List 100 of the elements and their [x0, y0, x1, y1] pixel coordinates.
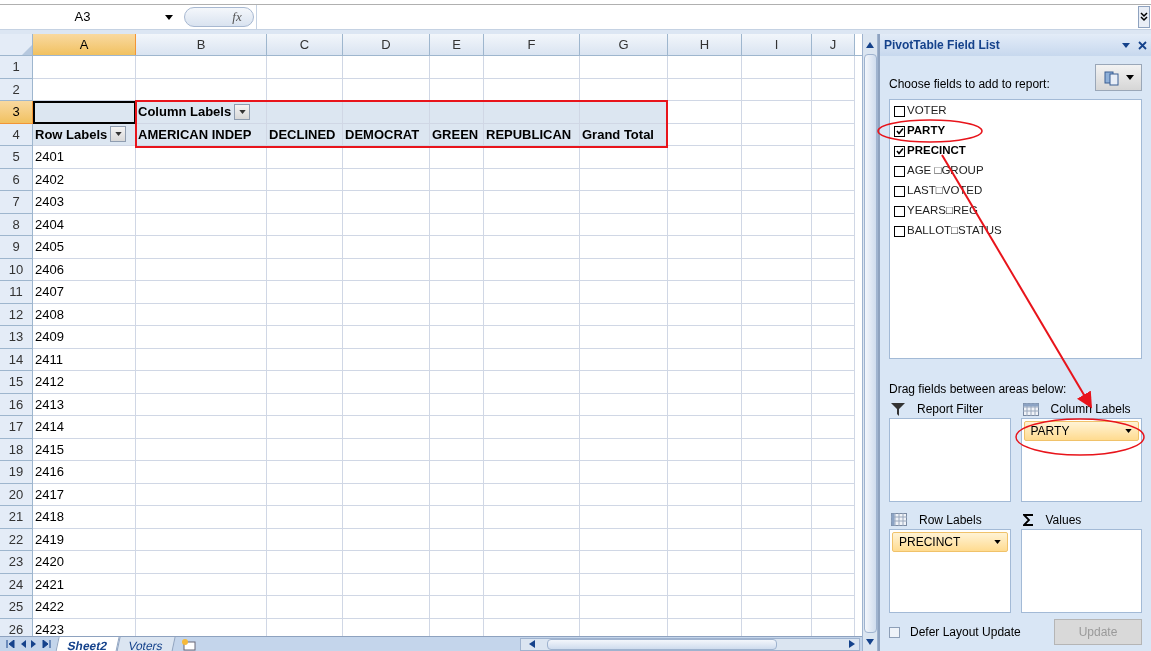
column-header[interactable]: G	[580, 34, 668, 55]
insert-function-button[interactable]: fx	[224, 7, 250, 27]
dropdown-button[interactable]	[234, 103, 251, 120]
row-header[interactable]: 16	[0, 393, 33, 416]
vertical-scrollbar[interactable]	[862, 34, 878, 651]
row-header[interactable]: 18	[0, 438, 33, 461]
empty-cell	[430, 371, 484, 394]
name-box[interactable]: A3	[0, 5, 180, 29]
column-header[interactable]: A	[33, 34, 136, 55]
empty-cell	[812, 528, 855, 551]
checkbox[interactable]	[894, 125, 905, 137]
previous-sheet-icon[interactable]	[20, 640, 26, 648]
checkbox[interactable]	[894, 165, 905, 177]
header-label: Row Labels	[35, 125, 108, 144]
empty-cell	[742, 191, 812, 214]
row-header[interactable]: 10	[0, 258, 33, 281]
row-header[interactable]: 1	[0, 56, 33, 79]
field-button[interactable]: PRECINCT	[892, 531, 1008, 552]
row-header[interactable]: 13	[0, 326, 33, 349]
checkbox[interactable]	[889, 626, 900, 638]
empty-cell	[742, 461, 812, 484]
row-header[interactable]: 7	[0, 191, 33, 214]
caret-icon	[165, 14, 173, 20]
empty-cell	[812, 191, 855, 214]
empty-cell	[742, 483, 812, 506]
horizontal-scrollbar[interactable]	[520, 637, 860, 651]
table-cell: 2416	[33, 461, 136, 484]
insert-sheet-icon[interactable]	[180, 637, 199, 651]
table-cell: 2422	[33, 596, 136, 619]
row-header[interactable]: 5	[0, 146, 33, 169]
sigma-icon	[1022, 513, 1034, 526]
row-header[interactable]: 12	[0, 303, 33, 326]
row-header[interactable]: 6	[0, 168, 33, 191]
empty-cell	[430, 348, 484, 371]
row-header[interactable]: 2	[0, 78, 33, 101]
column-header[interactable]: J	[812, 34, 855, 55]
sheet-tab[interactable]: Voters	[116, 636, 176, 651]
checkbox[interactable]	[894, 185, 905, 197]
first-sheet-icon[interactable]	[6, 640, 15, 648]
drop-area[interactable]: PRECINCT	[889, 528, 1011, 613]
row-header[interactable]: 14	[0, 348, 33, 371]
checkbox[interactable]	[894, 205, 905, 217]
empty-cell	[430, 258, 484, 281]
next-sheet-icon[interactable]	[31, 640, 37, 648]
row-header[interactable]: 15	[0, 371, 33, 394]
sheet-tab[interactable]: Sheet2	[55, 636, 120, 651]
row-header[interactable]: 25	[0, 596, 33, 619]
row-header[interactable]: 20	[0, 483, 33, 506]
column-header[interactable]: F	[484, 34, 580, 55]
column-header[interactable]: D	[343, 34, 430, 55]
empty-cell	[812, 101, 855, 124]
layout-button[interactable]	[1095, 64, 1142, 91]
empty-cell	[742, 348, 812, 371]
row-header[interactable]: 19	[0, 461, 33, 484]
table-cell: 2412	[33, 371, 136, 394]
close-icon[interactable]	[1138, 40, 1147, 50]
table-cell: 2415	[33, 438, 136, 461]
field-button[interactable]: PARTY	[1023, 421, 1139, 441]
scroll-down-icon[interactable]	[866, 639, 874, 645]
caret-icon[interactable]	[1122, 42, 1130, 48]
row-header[interactable]: 8	[0, 213, 33, 236]
column-header[interactable]: E	[430, 34, 484, 55]
scroll-thumb[interactable]	[547, 638, 777, 650]
scroll-right-icon[interactable]	[849, 640, 855, 648]
prompt-text: Choose fields to add to report:	[889, 75, 1051, 93]
drop-area[interactable]: PARTY	[1020, 418, 1142, 502]
caret-icon	[1125, 429, 1132, 433]
column-header[interactable]: B	[136, 34, 267, 55]
scroll-thumb[interactable]	[863, 54, 877, 633]
expand-button[interactable]	[1138, 6, 1150, 28]
row-header[interactable]: 23	[0, 551, 33, 574]
last-sheet-icon[interactable]	[42, 640, 51, 648]
empty-cell	[430, 483, 484, 506]
row-header[interactable]: 21	[0, 506, 33, 529]
empty-cell	[742, 258, 812, 281]
empty-cell	[812, 416, 855, 439]
row-header[interactable]: 17	[0, 416, 33, 439]
caret-icon	[114, 132, 122, 137]
caret-icon	[1125, 75, 1134, 80]
empty-cell	[812, 483, 855, 506]
empty-cell	[742, 438, 812, 461]
empty-cell	[742, 326, 812, 349]
row-header[interactable]: 24	[0, 573, 33, 596]
checkbox[interactable]	[894, 225, 905, 237]
column-header[interactable]: I	[742, 34, 812, 55]
column-header[interactable]: C	[267, 34, 343, 55]
dropdown-button[interactable]	[110, 126, 127, 143]
empty-cell	[812, 236, 855, 259]
row-header[interactable]: 11	[0, 281, 33, 304]
scroll-left-icon[interactable]	[529, 640, 535, 648]
empty-cell	[430, 191, 484, 214]
checkbox[interactable]	[894, 145, 905, 157]
row-header[interactable]: 9	[0, 236, 33, 259]
column-header[interactable]: H	[668, 34, 742, 55]
row-header[interactable]: 4	[0, 123, 33, 146]
scroll-up-icon[interactable]	[866, 42, 874, 48]
area-label: Column Labels	[1050, 401, 1131, 418]
checkbox[interactable]	[894, 105, 905, 117]
row-header[interactable]: 3	[0, 101, 33, 124]
row-header[interactable]: 22	[0, 528, 33, 551]
